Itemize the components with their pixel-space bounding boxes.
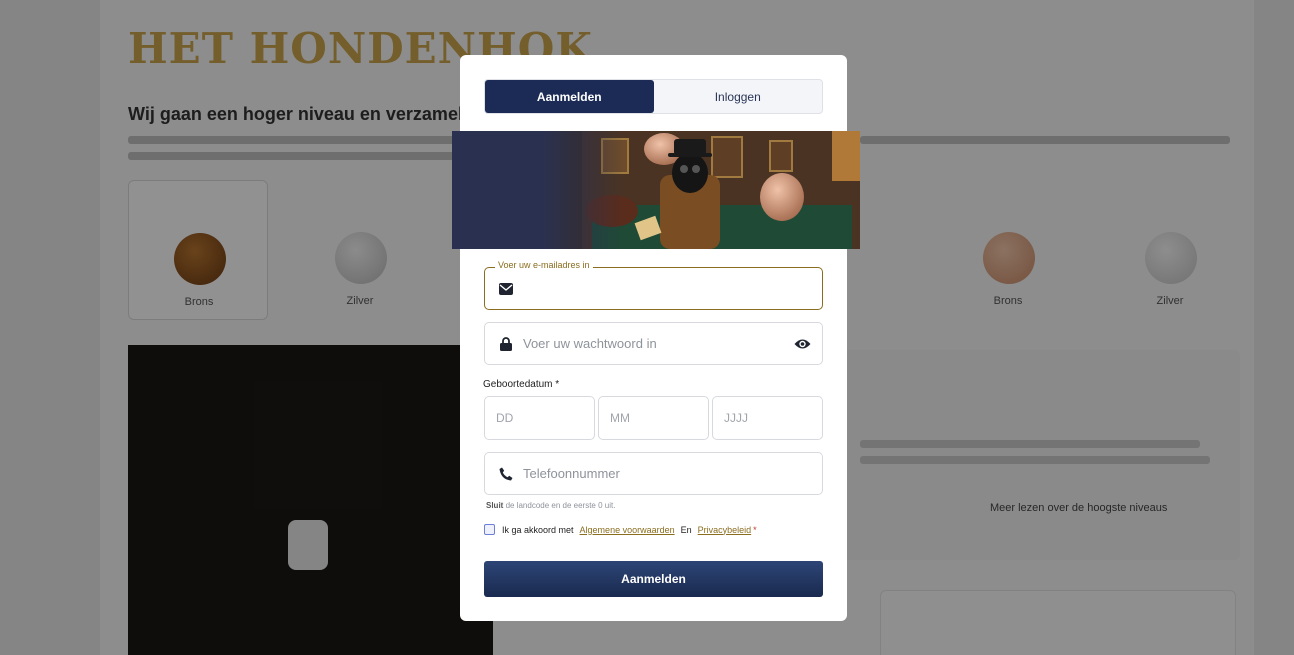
consent-conjunction: En — [680, 524, 692, 535]
password-field — [484, 322, 823, 365]
phone-hint-text: de landcode en de eerste 0 uit. — [503, 501, 616, 510]
tab-inloggen[interactable]: Inloggen — [654, 80, 823, 113]
eye-icon[interactable] — [782, 338, 822, 350]
terms-checkbox[interactable] — [484, 524, 495, 535]
terms-consent: Ik ga akkoord met Algemene voorwaarden E… — [484, 524, 757, 535]
dob-day-field — [484, 396, 595, 440]
submit-button[interactable]: Aanmelden — [484, 561, 823, 597]
privacy-link[interactable]: Privacybeleid — [698, 525, 752, 535]
password-input[interactable] — [523, 336, 782, 351]
dob-day-input[interactable] — [485, 397, 594, 439]
dob-label: Geboortedatum * — [483, 379, 560, 390]
envelope-icon — [485, 282, 523, 295]
required-mark: * — [753, 524, 757, 535]
tab-aanmelden[interactable]: Aanmelden — [485, 80, 654, 113]
phone-hint-bold: Sluit — [486, 501, 504, 510]
dob-year-field — [712, 396, 823, 440]
hero-banner-image — [452, 131, 860, 249]
dob-month-input[interactable] — [599, 397, 708, 439]
phone-input[interactable] — [523, 466, 822, 481]
phone-hint: Sluit de landcode en de eerste 0 uit. — [486, 501, 615, 510]
dob-month-field — [598, 396, 709, 440]
phone-field — [484, 452, 823, 495]
signup-modal: Aanmelden Inloggen Voer uw e-mailadres i… — [452, 55, 860, 621]
terms-link[interactable]: Algemene voorwaarden — [580, 525, 675, 535]
email-input[interactable] — [523, 281, 822, 296]
dob-year-input[interactable] — [713, 397, 822, 439]
email-field: Voer uw e-mailadres in — [484, 260, 823, 310]
phone-icon — [485, 467, 523, 481]
auth-tabs: Aanmelden Inloggen — [484, 79, 823, 114]
email-label: Voer uw e-mailadres in — [495, 260, 593, 270]
consent-prefix: Ik ga akkoord met — [502, 524, 574, 535]
lock-icon — [485, 336, 523, 351]
